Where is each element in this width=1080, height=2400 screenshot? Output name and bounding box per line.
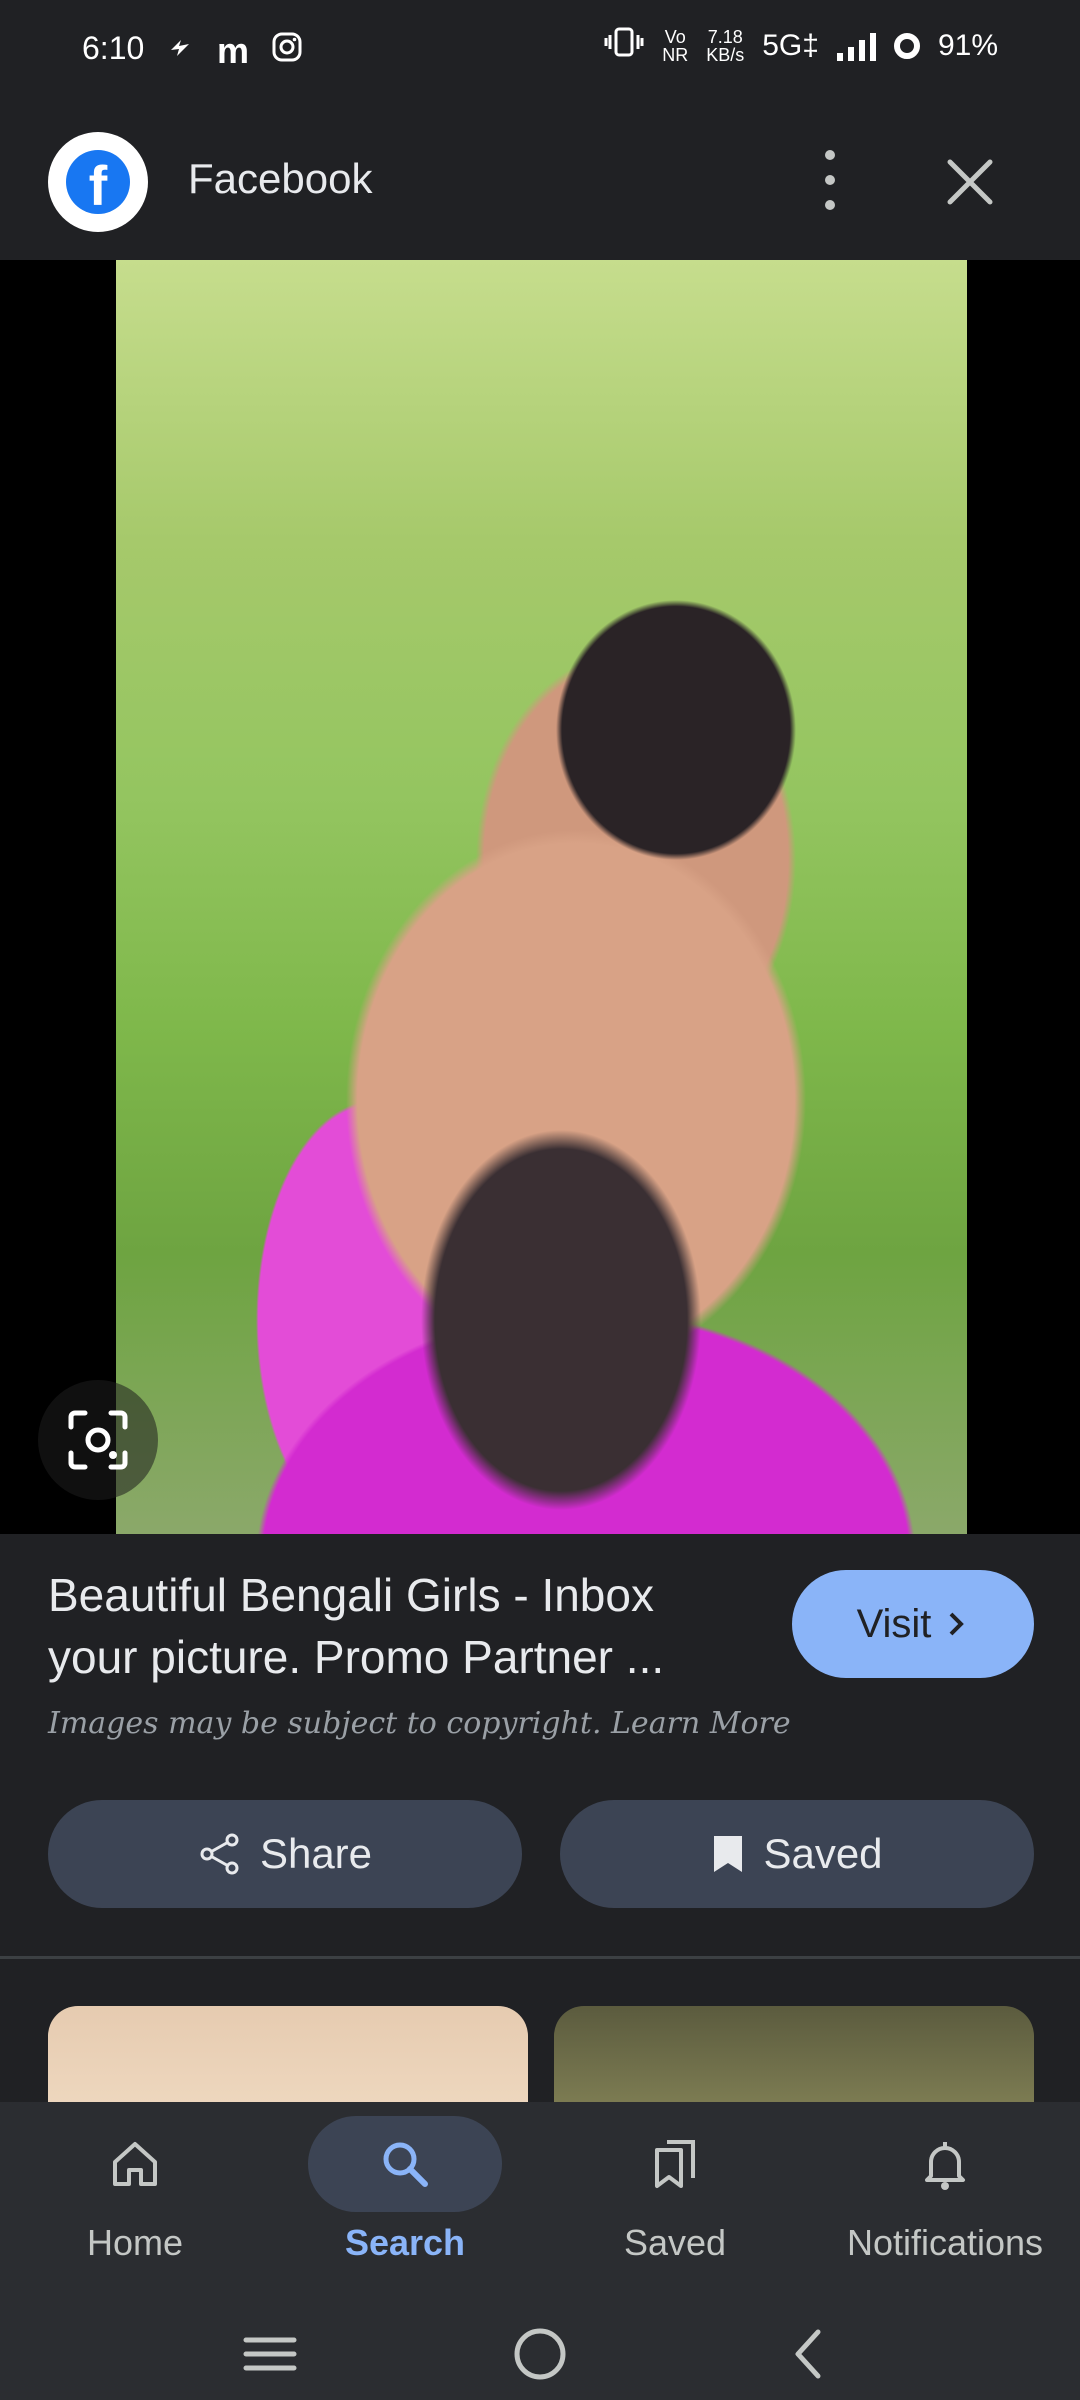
vibrate-icon (604, 26, 644, 66)
share-label: Share (259, 1830, 373, 1877)
close-icon[interactable] (940, 152, 1000, 212)
flash-icon (165, 32, 195, 71)
system-indicators: Vo NR 7.18 KB/s 5G‡ 91% (604, 26, 998, 66)
bookmark-filled-icon (714, 1836, 743, 1872)
nav-saved[interactable]: Saved (540, 2116, 810, 2292)
signal-icon (836, 31, 876, 61)
saved-button[interactable]: Saved (560, 1800, 1034, 1908)
viewer-header: f Facebook (0, 100, 1080, 260)
instagram-icon (271, 31, 303, 72)
chevron-right-icon (950, 1612, 965, 1636)
result-image[interactable] (116, 260, 967, 1534)
volte-indicator: Vo NR (662, 27, 689, 65)
nav-notifications[interactable]: Notifications (810, 2116, 1080, 2292)
related-results (0, 2006, 1080, 2102)
bottom-navigation: Home Search Saved Notifications (0, 2102, 1080, 2302)
nav-notifications-label: Notifications (846, 2222, 1044, 2263)
back-icon[interactable] (780, 2324, 840, 2384)
related-thumbnail[interactable] (554, 2006, 1034, 2102)
copyright-notice[interactable]: Images may be subject to copyright. Lear… (48, 1706, 791, 1741)
lens-search-button[interactable] (38, 1380, 158, 1500)
status-bar: 6:10 m Vo NR 7.18 KB/s 5G‡ 91% (0, 0, 1080, 100)
status-time: 6:10 (82, 30, 145, 66)
nav-search-label: Search (344, 2222, 466, 2263)
nav-home-label: Home (86, 2222, 184, 2263)
visit-button[interactable]: Visit (792, 1570, 1034, 1678)
battery-percent: 91% (937, 29, 998, 62)
system-navigation (0, 2302, 1080, 2400)
battery-icon (893, 33, 920, 59)
image-viewer[interactable] (0, 260, 1080, 1534)
section-divider (0, 1956, 1080, 1959)
facebook-logo[interactable]: f (48, 132, 148, 232)
home-circle-icon[interactable] (510, 2324, 570, 2384)
home-icon (113, 2142, 157, 2186)
lens-icon (68, 1410, 128, 1470)
more-options-icon[interactable] (810, 150, 850, 210)
saved-label: Saved (763, 1830, 883, 1877)
share-icon (200, 1833, 239, 1875)
related-thumbnail[interactable] (48, 2006, 528, 2102)
network-type: 5G‡ (762, 29, 819, 62)
facebook-f-icon: f (66, 150, 130, 214)
search-icon (383, 2142, 428, 2187)
visit-label: Visit (856, 1601, 932, 1646)
bell-icon (925, 2142, 965, 2190)
share-button[interactable]: Share (48, 1800, 522, 1908)
m-app-icon: m (217, 30, 250, 71)
recent-apps-icon[interactable] (240, 2324, 300, 2384)
data-speed: 7.18 KB/s (706, 27, 745, 65)
notification-icons: m (165, 30, 303, 72)
nav-search[interactable]: Search (270, 2116, 540, 2292)
saved-icon (655, 2140, 695, 2188)
result-info: Beautiful Bengali Girls - Inbox your pic… (0, 1534, 1080, 1914)
source-name[interactable]: Facebook (188, 155, 372, 203)
result-title[interactable]: Beautiful Bengali Girls - Inbox your pic… (48, 1564, 748, 1688)
nav-saved-label: Saved (623, 2222, 727, 2263)
nav-home[interactable]: Home (0, 2116, 270, 2292)
